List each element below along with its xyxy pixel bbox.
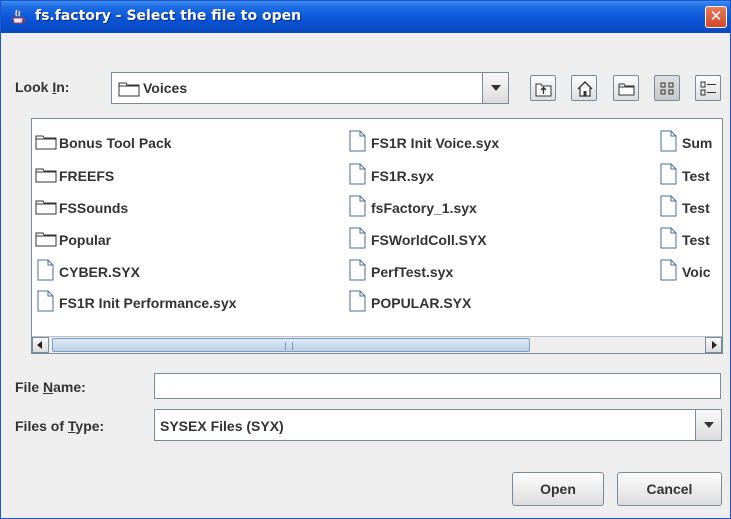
title-bar[interactable]: fs.factory - Select the file to open ✕: [1, 1, 730, 33]
scroll-thumb[interactable]: [52, 338, 530, 352]
document-icon: [658, 130, 678, 155]
file-chooser-dialog: fs.factory - Select the file to open ✕ L…: [0, 0, 731, 519]
file-name-input[interactable]: [154, 373, 721, 399]
file-name: FSSounds: [59, 200, 129, 216]
home-icon: [577, 81, 593, 97]
document-icon: [658, 195, 678, 220]
list-view-button[interactable]: [654, 75, 680, 101]
close-button[interactable]: ✕: [705, 6, 727, 28]
document-icon: [347, 163, 367, 188]
file-name: FREEFS: [59, 168, 115, 184]
file-name: Sum: [682, 135, 713, 151]
home-button[interactable]: [571, 75, 597, 101]
file-name: fsFactory_1.syx: [371, 200, 477, 216]
chevron-down-icon[interactable]: [482, 73, 508, 103]
new-folder-button[interactable]: [613, 75, 639, 101]
file-name: FS1R Init Voice.syx: [371, 135, 500, 151]
java-cup-icon: [9, 8, 27, 26]
file-name: PerfTest.syx: [371, 264, 454, 280]
folder-icon: [35, 198, 57, 219]
file-name: Test: [682, 168, 710, 184]
folder-icon: [35, 133, 57, 154]
document-icon: [347, 290, 367, 315]
document-icon: [658, 259, 678, 284]
document-icon: [658, 227, 678, 252]
document-icon: [347, 130, 367, 155]
file-name: Popular: [59, 232, 112, 248]
details-view-button[interactable]: [695, 75, 721, 101]
file-name: CYBER.SYX: [59, 264, 140, 280]
window-title: fs.factory - Select the file to open: [35, 8, 302, 24]
new-folder-icon: [618, 83, 635, 96]
chevron-down-icon[interactable]: [695, 410, 721, 440]
look-in-value: Voices: [143, 80, 188, 96]
file-name: Voic: [682, 264, 711, 280]
cancel-button[interactable]: Cancel: [617, 472, 722, 506]
file-list[interactable]: Bonus Tool Pack FREEFS FSSounds Popular CYBE…: [31, 118, 723, 354]
file-name: FS1R Init Performance.syx: [59, 295, 237, 311]
look-in-combo[interactable]: Voices: [111, 72, 509, 104]
files-of-type-value: SYSEX Files (SYX): [160, 418, 284, 434]
document-icon: [35, 259, 55, 284]
up-one-level-icon: [535, 83, 552, 97]
list-view-icon: [660, 82, 674, 95]
folder-icon: [118, 80, 140, 100]
file-name: Test: [682, 200, 710, 216]
up-one-level-button[interactable]: [530, 75, 556, 101]
file-name: Bonus Tool Pack: [59, 135, 172, 151]
file-name: POPULAR.SYX: [371, 295, 472, 311]
files-of-type-label: Files of Type:: [15, 418, 105, 434]
folder-icon: [35, 230, 57, 251]
horizontal-scrollbar[interactable]: [32, 336, 722, 353]
folder-icon: [35, 166, 57, 187]
document-icon: [347, 195, 367, 220]
details-view-icon: [700, 81, 716, 96]
document-icon: [658, 163, 678, 188]
grip-icon: [285, 342, 293, 350]
look-in-label: Look In:: [15, 79, 70, 95]
document-icon: [347, 227, 367, 252]
open-button[interactable]: Open: [512, 472, 604, 506]
files-of-type-combo[interactable]: SYSEX Files (SYX): [154, 409, 722, 441]
file-name: FS1R.syx: [371, 168, 435, 184]
document-icon: [347, 259, 367, 284]
scroll-right-button[interactable]: [705, 337, 722, 353]
file-name-label: File Name:: [15, 379, 86, 395]
scroll-left-button[interactable]: [32, 337, 49, 353]
file-name: FSWorldColl.SYX: [371, 232, 487, 248]
document-icon: [35, 290, 55, 315]
file-name: Test: [682, 232, 710, 248]
